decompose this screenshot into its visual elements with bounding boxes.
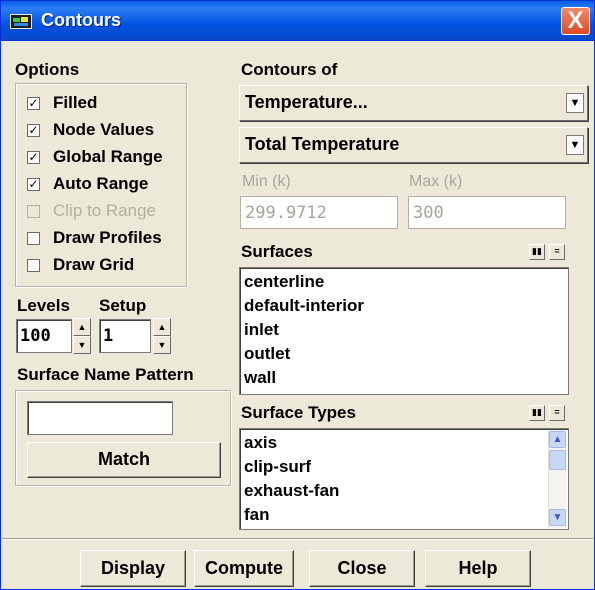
scroll-down-icon[interactable]: ▼ <box>549 509 566 526</box>
contours-dialog: Contours X Options ✓ Filled ✓ Node Value… <box>0 0 595 590</box>
chevron-down-icon[interactable]: ▼ <box>566 135 584 155</box>
max-value-field: 300 <box>408 196 566 229</box>
deselect-all-icon[interactable]: = <box>549 405 565 421</box>
match-button[interactable]: Match <box>27 442 221 478</box>
list-item[interactable]: outlet <box>244 344 290 364</box>
chevron-down-icon[interactable]: ▼ <box>566 93 584 113</box>
checkbox-label: Clip to Range <box>53 201 157 220</box>
surfaces-label: Surfaces <box>241 242 313 261</box>
checkbox-label: Filled <box>53 93 98 112</box>
surface-types-label: Surface Types <box>241 403 356 422</box>
surface-name-pattern-input[interactable] <box>27 401 173 435</box>
close-window-button[interactable]: X <box>561 7 590 35</box>
compute-button[interactable]: Compute <box>194 550 294 587</box>
spin-up-icon[interactable]: ▲ <box>73 318 91 336</box>
scroll-up-icon[interactable]: ▲ <box>549 431 566 448</box>
deselect-all-icon[interactable]: = <box>549 244 565 260</box>
checkbox-label: Auto Range <box>53 174 149 193</box>
levels-input[interactable]: 100 <box>16 319 72 353</box>
check-icon: ✓ <box>27 96 40 110</box>
max-label: Max (k) <box>409 173 463 190</box>
contours-quantity-select[interactable]: Total Temperature ▼ <box>239 127 588 163</box>
list-item[interactable]: axis <box>244 433 277 453</box>
footer-divider <box>2 538 593 540</box>
surface-name-pattern-label: Surface Name Pattern <box>17 365 194 384</box>
select-all-icon[interactable]: ▮▮ <box>529 405 545 421</box>
spin-down-icon[interactable]: ▼ <box>73 336 91 354</box>
checkbox-label: Draw Grid <box>53 255 135 274</box>
list-item[interactable]: default-interior <box>244 296 364 316</box>
surface-types-scrollbar[interactable]: ▲ ▼ <box>548 430 566 528</box>
levels-label: Levels <box>17 296 70 315</box>
checkbox-label: Draw Profiles <box>53 228 162 247</box>
surface-types-list[interactable]: axis clip-surf exhaust-fan fan ▲ ▼ <box>239 428 569 530</box>
list-item[interactable]: inlet <box>244 320 279 340</box>
levels-stepper[interactable]: ▲ ▼ <box>73 318 91 354</box>
check-icon: ✓ <box>27 123 40 137</box>
options-heading: Options <box>15 60 80 79</box>
contours-category-select[interactable]: Temperature... ▼ <box>239 85 588 121</box>
min-label: Min (k) <box>242 173 291 190</box>
check-icon: ✓ <box>27 150 40 164</box>
help-button[interactable]: Help <box>425 550 531 587</box>
list-item[interactable]: centerline <box>244 272 324 292</box>
checkbox-label: Node Values <box>53 120 155 139</box>
list-item[interactable]: fan <box>244 505 270 525</box>
window-title: Contours <box>41 10 121 30</box>
close-icon: X <box>567 7 584 34</box>
list-item[interactable]: clip-surf <box>244 457 311 477</box>
select-value: Total Temperature <box>245 134 400 154</box>
setup-label: Setup <box>99 296 147 315</box>
spin-down-icon[interactable]: ▼ <box>153 336 171 354</box>
surfaces-list[interactable]: centerline default-interior inlet outlet… <box>239 267 569 395</box>
select-all-icon[interactable]: ▮▮ <box>529 244 545 260</box>
checkbox-label: Global Range <box>53 147 163 166</box>
setup-input[interactable]: 1 <box>99 319 151 353</box>
setup-stepper[interactable]: ▲ ▼ <box>153 318 171 354</box>
min-value-field: 299.9712 <box>240 196 398 229</box>
list-item[interactable]: exhaust-fan <box>244 481 339 501</box>
spin-up-icon[interactable]: ▲ <box>153 318 171 336</box>
app-icon <box>10 14 32 29</box>
check-icon: ✓ <box>27 177 40 191</box>
list-item[interactable]: wall <box>244 368 276 388</box>
contours-of-label: Contours of <box>241 60 338 79</box>
display-button[interactable]: Display <box>80 550 186 587</box>
title-bar[interactable]: Contours X <box>1 1 594 41</box>
scroll-thumb[interactable] <box>549 450 566 470</box>
select-value: Temperature... <box>245 92 368 112</box>
close-button[interactable]: Close <box>309 550 415 587</box>
